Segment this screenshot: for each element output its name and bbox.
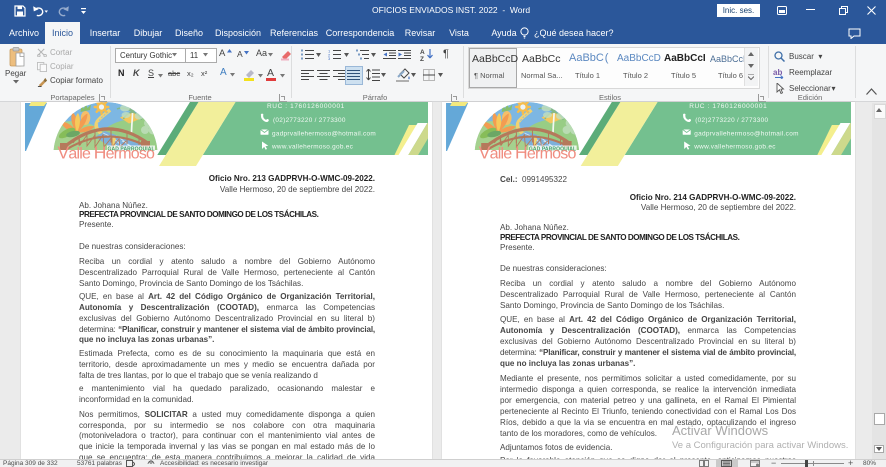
svg-text:A: A — [420, 49, 425, 56]
svg-text:Z: Z — [420, 56, 424, 61]
svg-text:3: 3 — [328, 56, 331, 60]
